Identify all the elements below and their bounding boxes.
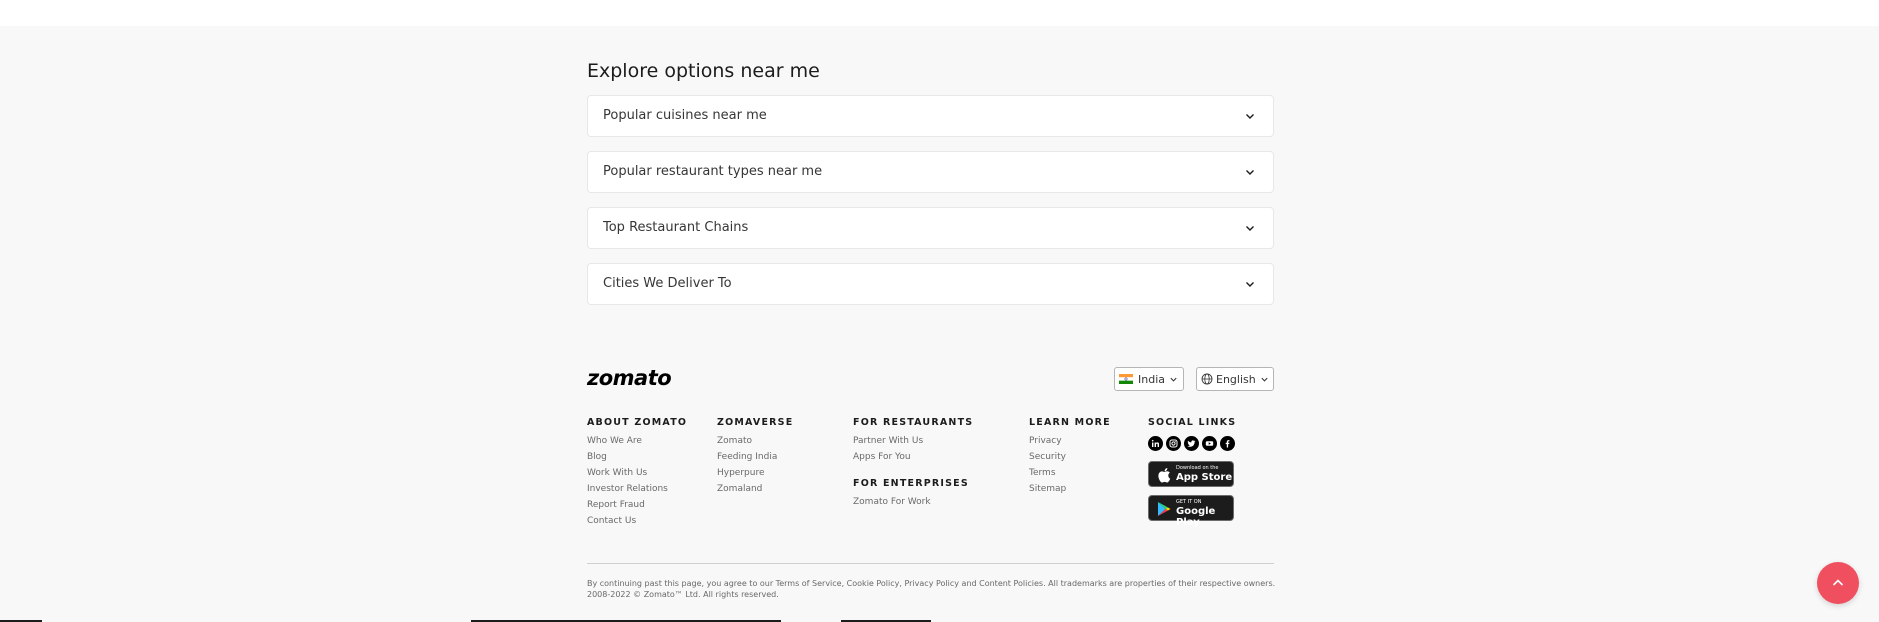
google-play-small-text: GET IT ON — [1176, 499, 1202, 505]
chevron-down-icon — [1170, 377, 1177, 382]
chevron-down-icon — [1261, 377, 1268, 382]
top-strip — [0, 0, 1879, 26]
chevron-down-icon — [1246, 226, 1254, 231]
app-store-small-text: Download on the — [1176, 465, 1219, 471]
footer-link[interactable]: Security — [1029, 452, 1111, 468]
footer-link[interactable]: Investor Relations — [587, 484, 687, 500]
footer-link[interactable]: Work With Us — [587, 468, 687, 484]
footer-heading: FOR ENTERPRISES — [853, 478, 969, 489]
footer-link[interactable]: Contact Us — [587, 516, 687, 532]
facebook-icon[interactable] — [1220, 436, 1235, 451]
chevron-down-icon — [1246, 170, 1254, 175]
legal-text: By continuing past this page, you agree … — [587, 579, 1276, 599]
footer-column-zomaverse: ZOMAVERSE Zomato Feeding India Hyperpure… — [717, 417, 793, 500]
youtube-icon[interactable] — [1202, 436, 1217, 451]
footer-link[interactable]: Terms — [1029, 468, 1111, 484]
footer-link[interactable]: Zomaland — [717, 484, 793, 500]
accordion-label: Top Restaurant Chains — [603, 220, 749, 235]
twitter-icon[interactable] — [1184, 436, 1199, 451]
scroll-to-top-button[interactable] — [1817, 562, 1859, 604]
india-flag-icon — [1119, 374, 1133, 384]
footer-link[interactable]: Privacy — [1029, 436, 1111, 452]
accordion-label: Popular cuisines near me — [603, 108, 767, 123]
app-store-big-text: App Store — [1176, 472, 1233, 483]
footer-divider — [587, 563, 1274, 564]
footer-link[interactable]: Apps For You — [853, 452, 973, 468]
footer-heading: LEARN MORE — [1029, 417, 1111, 428]
google-play-icon — [1158, 502, 1171, 516]
footer-heading: ABOUT ZOMATO — [587, 417, 688, 428]
accordion-popular-cuisines[interactable]: Popular cuisines near me — [587, 95, 1274, 137]
footer-column-social: SOCIAL LINKS Download on the App Store G… — [1148, 417, 1237, 528]
language-select[interactable]: English — [1196, 367, 1274, 391]
country-select-value: India — [1138, 372, 1165, 386]
chevron-down-icon — [1246, 282, 1254, 287]
footer-heading: FOR RESTAURANTS — [853, 417, 974, 428]
accordion-label: Popular restaurant types near me — [603, 164, 823, 179]
footer-column-about: ABOUT ZOMATO Who We Are Blog Work With U… — [587, 417, 687, 532]
google-play-big-text: Google Play — [1176, 506, 1216, 528]
footer-link[interactable]: Blog — [587, 452, 687, 468]
footer-link[interactable]: Hyperpure — [717, 468, 793, 484]
footer-link[interactable]: Sitemap — [1029, 484, 1111, 500]
language-select-value: English — [1216, 372, 1256, 386]
footer-link[interactable]: Report Fraud — [587, 500, 687, 516]
accordion-label: Cities We Deliver To — [603, 276, 732, 291]
footer-heading: SOCIAL LINKS — [1148, 417, 1237, 428]
explore-title: Explore options near me — [587, 60, 820, 82]
accordion-restaurant-types[interactable]: Popular restaurant types near me — [587, 151, 1274, 193]
footer-link[interactable]: Partner With Us — [853, 436, 973, 452]
linkedin-icon[interactable] — [1148, 436, 1163, 451]
footer-column-learn: LEARN MORE Privacy Security Terms Sitema… — [1029, 417, 1111, 500]
instagram-icon[interactable] — [1166, 436, 1181, 451]
social-icons — [1148, 436, 1236, 451]
app-store-button[interactable]: Download on the App Store — [1148, 461, 1234, 487]
footer-link[interactable]: Feeding India — [717, 452, 793, 468]
footer-link[interactable]: Zomato — [717, 436, 793, 452]
footer-column-restaurants: FOR RESTAURANTS Partner With Us Apps For… — [853, 417, 973, 513]
zomato-logo[interactable]: zomato — [587, 366, 672, 390]
country-select[interactable]: India — [1114, 367, 1184, 391]
chevron-up-icon — [1832, 579, 1844, 586]
globe-icon — [1201, 373, 1213, 385]
footer-link[interactable]: Who We Are — [587, 436, 687, 452]
footer-link[interactable]: Zomato For Work — [853, 497, 973, 513]
apple-icon — [1158, 468, 1171, 483]
google-play-button[interactable]: GET IT ON Google Play — [1148, 495, 1234, 528]
footer-heading: ZOMAVERSE — [717, 417, 794, 428]
accordion-cities[interactable]: Cities We Deliver To — [587, 263, 1274, 305]
chevron-down-icon — [1246, 114, 1254, 119]
accordion-top-chains[interactable]: Top Restaurant Chains — [587, 207, 1274, 249]
